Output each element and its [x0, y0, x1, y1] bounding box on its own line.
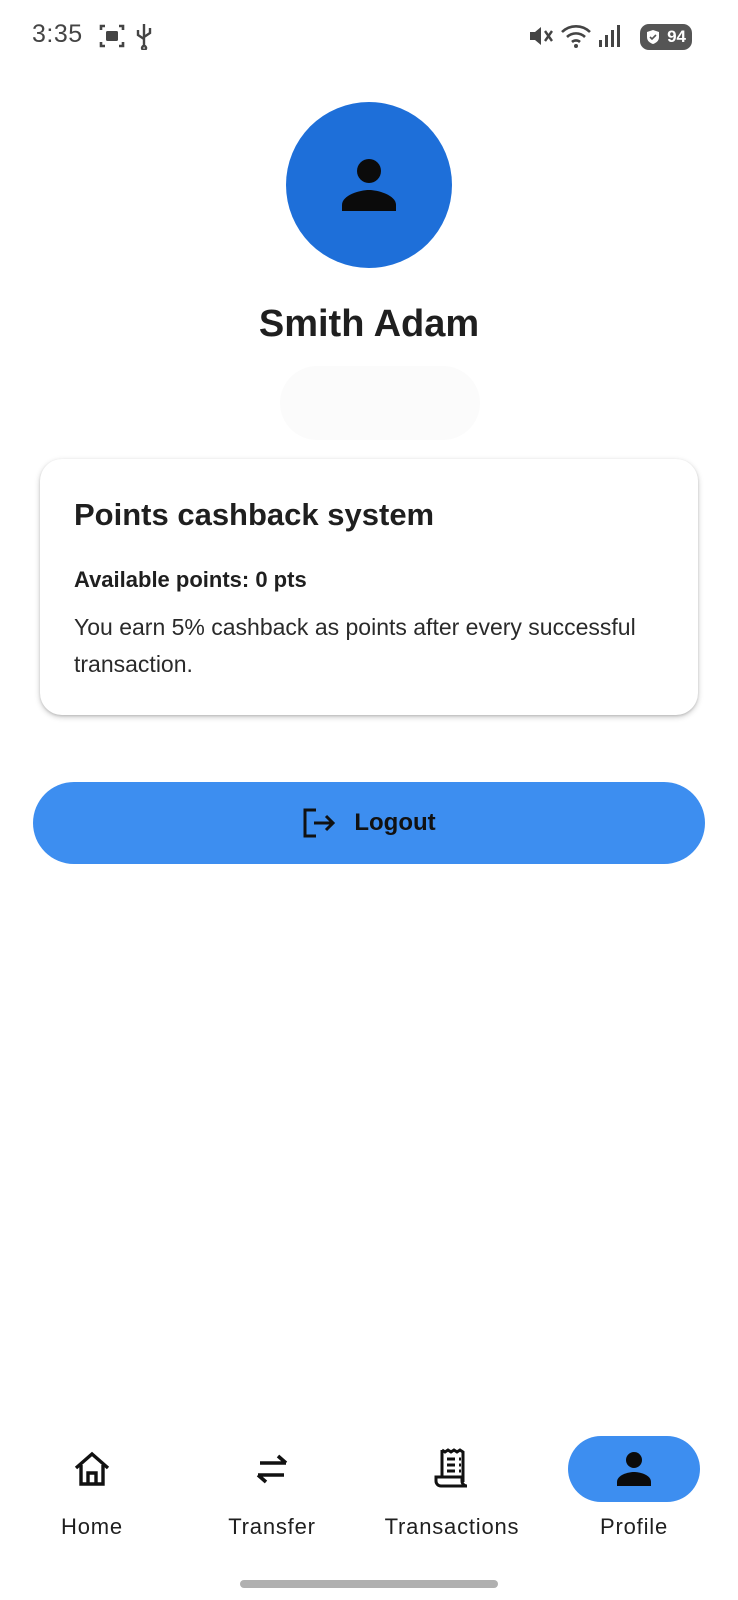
nav-icon-container: [386, 1436, 518, 1502]
cashback-description: You earn 5% cashback as points after eve…: [74, 614, 636, 677]
battery-level: 94: [667, 27, 686, 46]
bottom-navigation: Home Transfer Transactions Profile: [0, 1420, 738, 1560]
battery-icon: 94: [640, 24, 692, 50]
person-icon: [617, 1452, 651, 1486]
receipt-icon: [434, 1448, 468, 1488]
nav-label-home: Home: [61, 1514, 123, 1539]
signal-icon: [598, 22, 622, 55]
nav-label-profile: Profile: [600, 1514, 668, 1539]
home-icon: [74, 1451, 110, 1486]
home-indicator[interactable]: [240, 1580, 498, 1588]
wifi-icon: [560, 22, 592, 55]
points-card: Points cashback system Available points:…: [40, 459, 698, 715]
avatar: [286, 102, 452, 268]
card-title: Points cashback system: [74, 497, 435, 532]
logout-icon: [303, 808, 336, 838]
available-points: Available points: 0 pts: [74, 567, 307, 592]
nav-item-transfer[interactable]: Transfer: [180, 1420, 364, 1550]
nav-icon-container: [26, 1436, 158, 1502]
nav-item-home[interactable]: Home: [0, 1420, 184, 1550]
nav-label-transfer: Transfer: [228, 1514, 316, 1539]
nav-icon-container-active: [568, 1436, 700, 1502]
profile-screen: 3:35 94 Smith Adam Points cashback syste…: [0, 0, 738, 1600]
email-placeholder: [280, 366, 480, 440]
logout-label: Logout: [354, 809, 436, 836]
nav-item-transactions[interactable]: Transactions: [360, 1420, 544, 1550]
mute-icon: [528, 22, 554, 55]
nav-item-profile[interactable]: Profile: [542, 1420, 726, 1550]
logout-button[interactable]: Logout: [33, 782, 705, 864]
usb-icon: [134, 22, 154, 55]
person-icon: [342, 159, 396, 211]
status-bar: 3:35 94: [0, 0, 738, 76]
transfer-icon: [256, 1454, 288, 1484]
status-time: 3:35: [32, 20, 83, 48]
nav-icon-container: [206, 1436, 338, 1502]
nav-label-transactions: Transactions: [384, 1514, 520, 1539]
screenshot-icon: [98, 22, 126, 55]
user-name: Smith Adam: [258, 303, 480, 345]
